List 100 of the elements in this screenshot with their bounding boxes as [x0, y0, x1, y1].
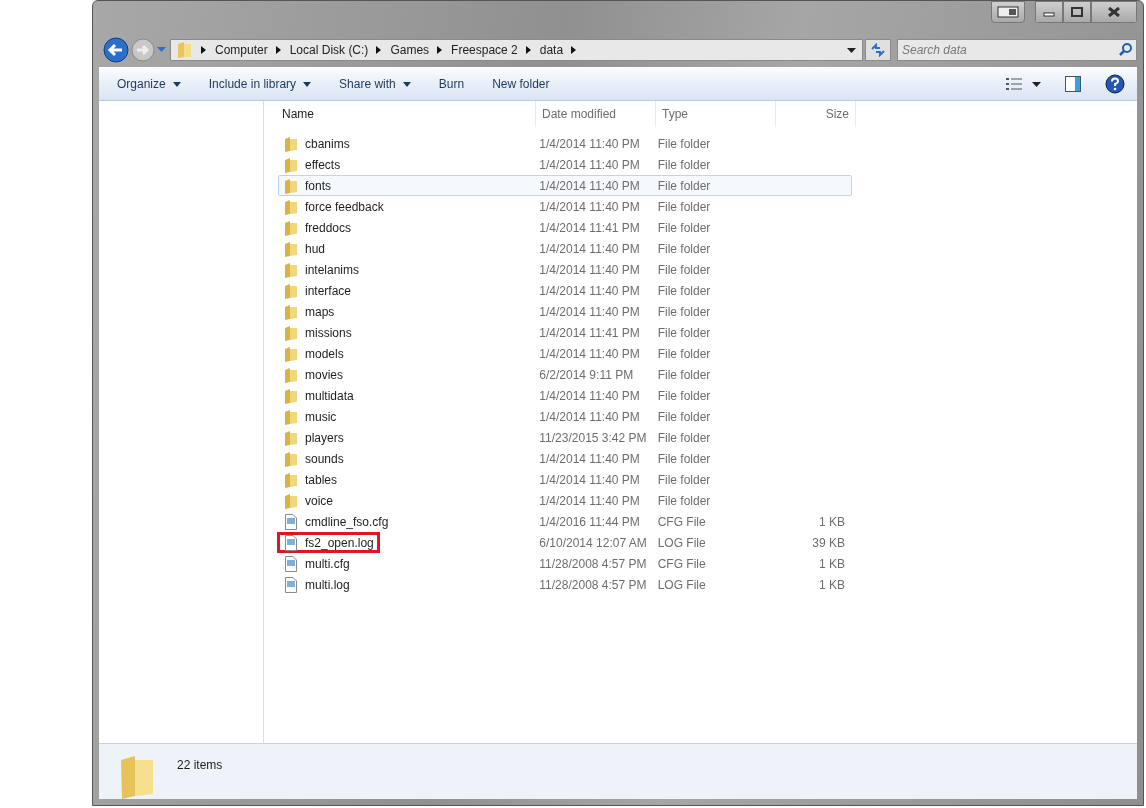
file-row[interactable]: models 1/4/2014 11:40 PM File folder — [278, 343, 852, 364]
search-field[interactable]: Search data — [897, 39, 1137, 61]
file-row[interactable]: movies 6/2/2014 9:11 PM File folder — [278, 364, 852, 385]
date-modified: 1/4/2014 11:40 PM — [539, 283, 640, 298]
folder-icon — [283, 492, 299, 509]
file-row[interactable]: voice 1/4/2014 11:40 PM File folder — [278, 490, 852, 511]
file-row[interactable]: multi.cfg 11/28/2008 4:57 PM CFG File 1 KB — [278, 553, 852, 574]
file-size: 1 KB — [819, 556, 845, 571]
file-name: movies — [305, 367, 343, 382]
file-type: LOG File — [657, 535, 706, 550]
file-row[interactable]: intelanims 1/4/2014 11:40 PM File folder — [278, 259, 852, 280]
breadcrumb[interactable]: Local Disk (C:) — [289, 43, 369, 57]
file-row[interactable]: maps 1/4/2014 11:40 PM File folder — [278, 301, 852, 322]
file-row[interactable]: sounds 1/4/2014 11:40 PM File folder — [278, 448, 852, 469]
file-row[interactable]: multi.log 11/28/2008 4:57 PM LOG File 1 KB — [278, 574, 852, 595]
date-modified: 1/4/2014 11:40 PM — [539, 472, 640, 487]
item-count: 22 items — [177, 758, 223, 772]
file-row[interactable]: effects 1/4/2014 11:40 PM File folder — [278, 154, 852, 175]
document-icon — [283, 555, 299, 572]
chevron-icon[interactable] — [525, 46, 532, 54]
caret-icon — [303, 81, 312, 87]
breadcrumb[interactable]: data — [539, 43, 564, 57]
caret-icon — [402, 81, 411, 87]
toolbar-button[interactable]: Include in library — [200, 73, 320, 95]
file-name: interface — [305, 283, 352, 298]
breadcrumb[interactable]: Freespace 2 — [451, 43, 518, 57]
preview-pane-icon[interactable] — [1065, 76, 1081, 92]
file-name: cmdline_fso.cfg — [305, 514, 389, 529]
refresh-button[interactable] — [865, 39, 891, 61]
search-icon — [1119, 43, 1132, 56]
file-type: File folder — [657, 283, 711, 298]
file-type: File folder — [657, 430, 711, 445]
file-type: File folder — [657, 493, 711, 508]
date-modified: 1/4/2014 11:40 PM — [539, 262, 640, 277]
view-options-icon[interactable] — [1006, 77, 1022, 91]
date-modified: 1/4/2014 11:40 PM — [539, 136, 640, 151]
file-name: players — [305, 430, 344, 445]
date-modified: 1/4/2014 11:40 PM — [539, 241, 640, 256]
chevron-icon[interactable] — [275, 46, 282, 54]
file-size: 1 KB — [819, 577, 845, 592]
caret-icon — [172, 81, 181, 87]
file-name: missions — [305, 325, 352, 340]
document-icon — [283, 534, 299, 551]
help-icon[interactable] — [1105, 74, 1125, 94]
folder-icon — [283, 324, 299, 341]
toolbar-button[interactable]: Burn — [430, 73, 473, 95]
date-modified: 1/4/2014 11:40 PM — [539, 346, 640, 361]
file-type: File folder — [657, 304, 711, 319]
date-modified: 11/23/2015 3:42 PM — [539, 430, 647, 445]
snap-button[interactable] — [991, 1, 1025, 23]
file-row[interactable]: multidata 1/4/2014 11:40 PM File folder — [278, 385, 852, 406]
file-row[interactable]: freddocs 1/4/2014 11:41 PM File folder — [278, 217, 852, 238]
file-row[interactable]: missions 1/4/2014 11:41 PM File folder — [278, 322, 852, 343]
date-modified: 11/28/2008 4:57 PM — [539, 556, 647, 571]
file-row[interactable]: interface 1/4/2014 11:40 PM File folder — [278, 280, 852, 301]
folder-icon — [283, 177, 299, 194]
address-dropdown-icon[interactable] — [847, 47, 856, 53]
folder-icon — [283, 408, 299, 425]
column-header[interactable]: Size — [776, 101, 856, 127]
date-modified: 1/4/2014 11:40 PM — [539, 451, 640, 466]
date-modified: 1/4/2014 11:41 PM — [539, 325, 640, 340]
file-row[interactable]: music 1/4/2014 11:40 PM File folder — [278, 406, 852, 427]
file-name: music — [305, 409, 337, 424]
file-row[interactable]: hud 1/4/2014 11:40 PM File folder — [278, 238, 852, 259]
chevron-icon[interactable] — [571, 46, 578, 54]
maximize-icon — [1071, 7, 1083, 17]
folder-icon — [283, 219, 299, 236]
file-row[interactable]: cbanims 1/4/2014 11:40 PM File folder — [278, 133, 852, 154]
file-name: models — [305, 346, 344, 361]
date-modified: 1/4/2014 11:40 PM — [539, 493, 640, 508]
back-button[interactable] — [103, 37, 129, 63]
breadcrumb[interactable]: Games — [390, 43, 430, 57]
file-row[interactable]: fonts 1/4/2014 11:40 PM File folder — [278, 175, 852, 196]
file-type: File folder — [657, 136, 711, 151]
file-row[interactable]: tables 1/4/2014 11:40 PM File folder — [278, 469, 852, 490]
close-icon — [1107, 7, 1121, 17]
file-row[interactable]: fs2_open.log 6/10/2014 12:07 AM LOG File 39 KB — [278, 532, 852, 553]
toolbar-button[interactable]: New folder — [484, 73, 558, 95]
toolbar-button[interactable]: Share with — [331, 73, 419, 95]
maximize-button[interactable] — [1063, 1, 1091, 23]
column-header[interactable]: Date modified — [536, 101, 656, 127]
address-bar[interactable]: Computer Local Disk (C:) Games Freespace 2 data — [170, 39, 863, 61]
date-modified: 6/10/2014 12:07 AM — [539, 535, 647, 550]
view-dropdown-icon[interactable] — [1032, 81, 1041, 87]
chevron-icon[interactable] — [201, 46, 207, 54]
column-header[interactable]: Type — [656, 101, 776, 127]
file-type: File folder — [657, 409, 711, 424]
file-name: multi.cfg — [305, 556, 350, 571]
column-header[interactable]: Name — [276, 101, 536, 127]
folder-icon — [283, 303, 299, 320]
breadcrumb[interactable]: Computer — [215, 43, 268, 57]
file-row[interactable]: players 11/23/2015 3:42 PM File folder — [278, 427, 852, 448]
date-modified: 1/4/2014 11:41 PM — [539, 220, 640, 235]
toolbar-button[interactable]: Organize — [109, 73, 189, 95]
chevron-icon[interactable] — [437, 46, 444, 54]
chevron-icon[interactable] — [376, 46, 383, 54]
file-row[interactable]: cmdline_fso.cfg 1/4/2016 11:44 PM CFG File 1 KB — [278, 511, 852, 532]
file-row[interactable]: force feedback 1/4/2014 11:40 PM File folder — [278, 196, 852, 217]
close-button[interactable] — [1091, 1, 1137, 23]
file-type: File folder — [657, 220, 711, 235]
